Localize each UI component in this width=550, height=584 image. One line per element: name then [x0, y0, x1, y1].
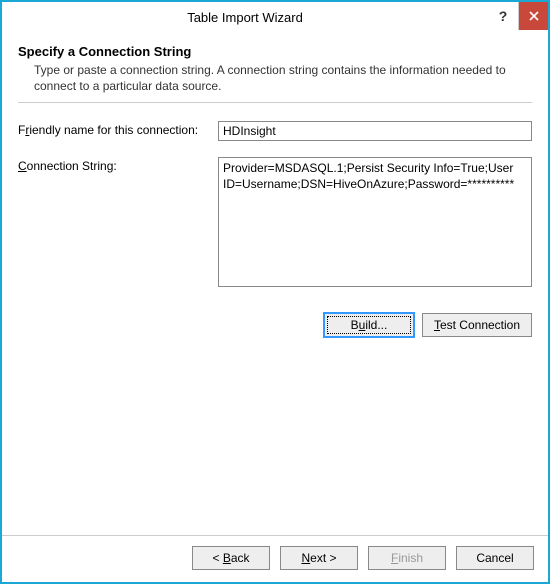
wizard-window: Table Import Wizard ? Specify a Connecti… [0, 0, 550, 584]
connection-string-input[interactable] [218, 157, 532, 287]
finish-button[interactable]: Finish [368, 546, 446, 570]
spacer [18, 337, 532, 535]
page-subheading: Type or paste a connection string. A con… [34, 63, 532, 94]
page-heading: Specify a Connection String [18, 44, 532, 59]
title-bar: Table Import Wizard ? [2, 2, 548, 32]
connection-string-row: Connection String: [18, 157, 532, 287]
friendly-name-row: Friendly name for this connection: [18, 121, 532, 141]
window-controls: ? [488, 2, 548, 32]
test-connection-button[interactable]: Test Connection [422, 313, 532, 337]
back-button[interactable]: < Back [192, 546, 270, 570]
window-title: Table Import Wizard [2, 10, 488, 25]
next-button[interactable]: Next > [280, 546, 358, 570]
wizard-content: Specify a Connection String Type or past… [2, 32, 548, 535]
close-button[interactable] [518, 2, 548, 30]
connection-string-label: Connection String: [18, 157, 218, 173]
secondary-button-row: Build... Test Connection [18, 313, 532, 337]
build-button[interactable]: Build... [324, 313, 414, 337]
help-button[interactable]: ? [488, 2, 518, 30]
close-icon [529, 11, 539, 21]
divider [18, 102, 532, 103]
cancel-button[interactable]: Cancel [456, 546, 534, 570]
wizard-footer: < Back Next > Finish Cancel [2, 535, 548, 582]
friendly-name-input[interactable] [218, 121, 532, 141]
friendly-name-label: Friendly name for this connection: [18, 121, 218, 137]
